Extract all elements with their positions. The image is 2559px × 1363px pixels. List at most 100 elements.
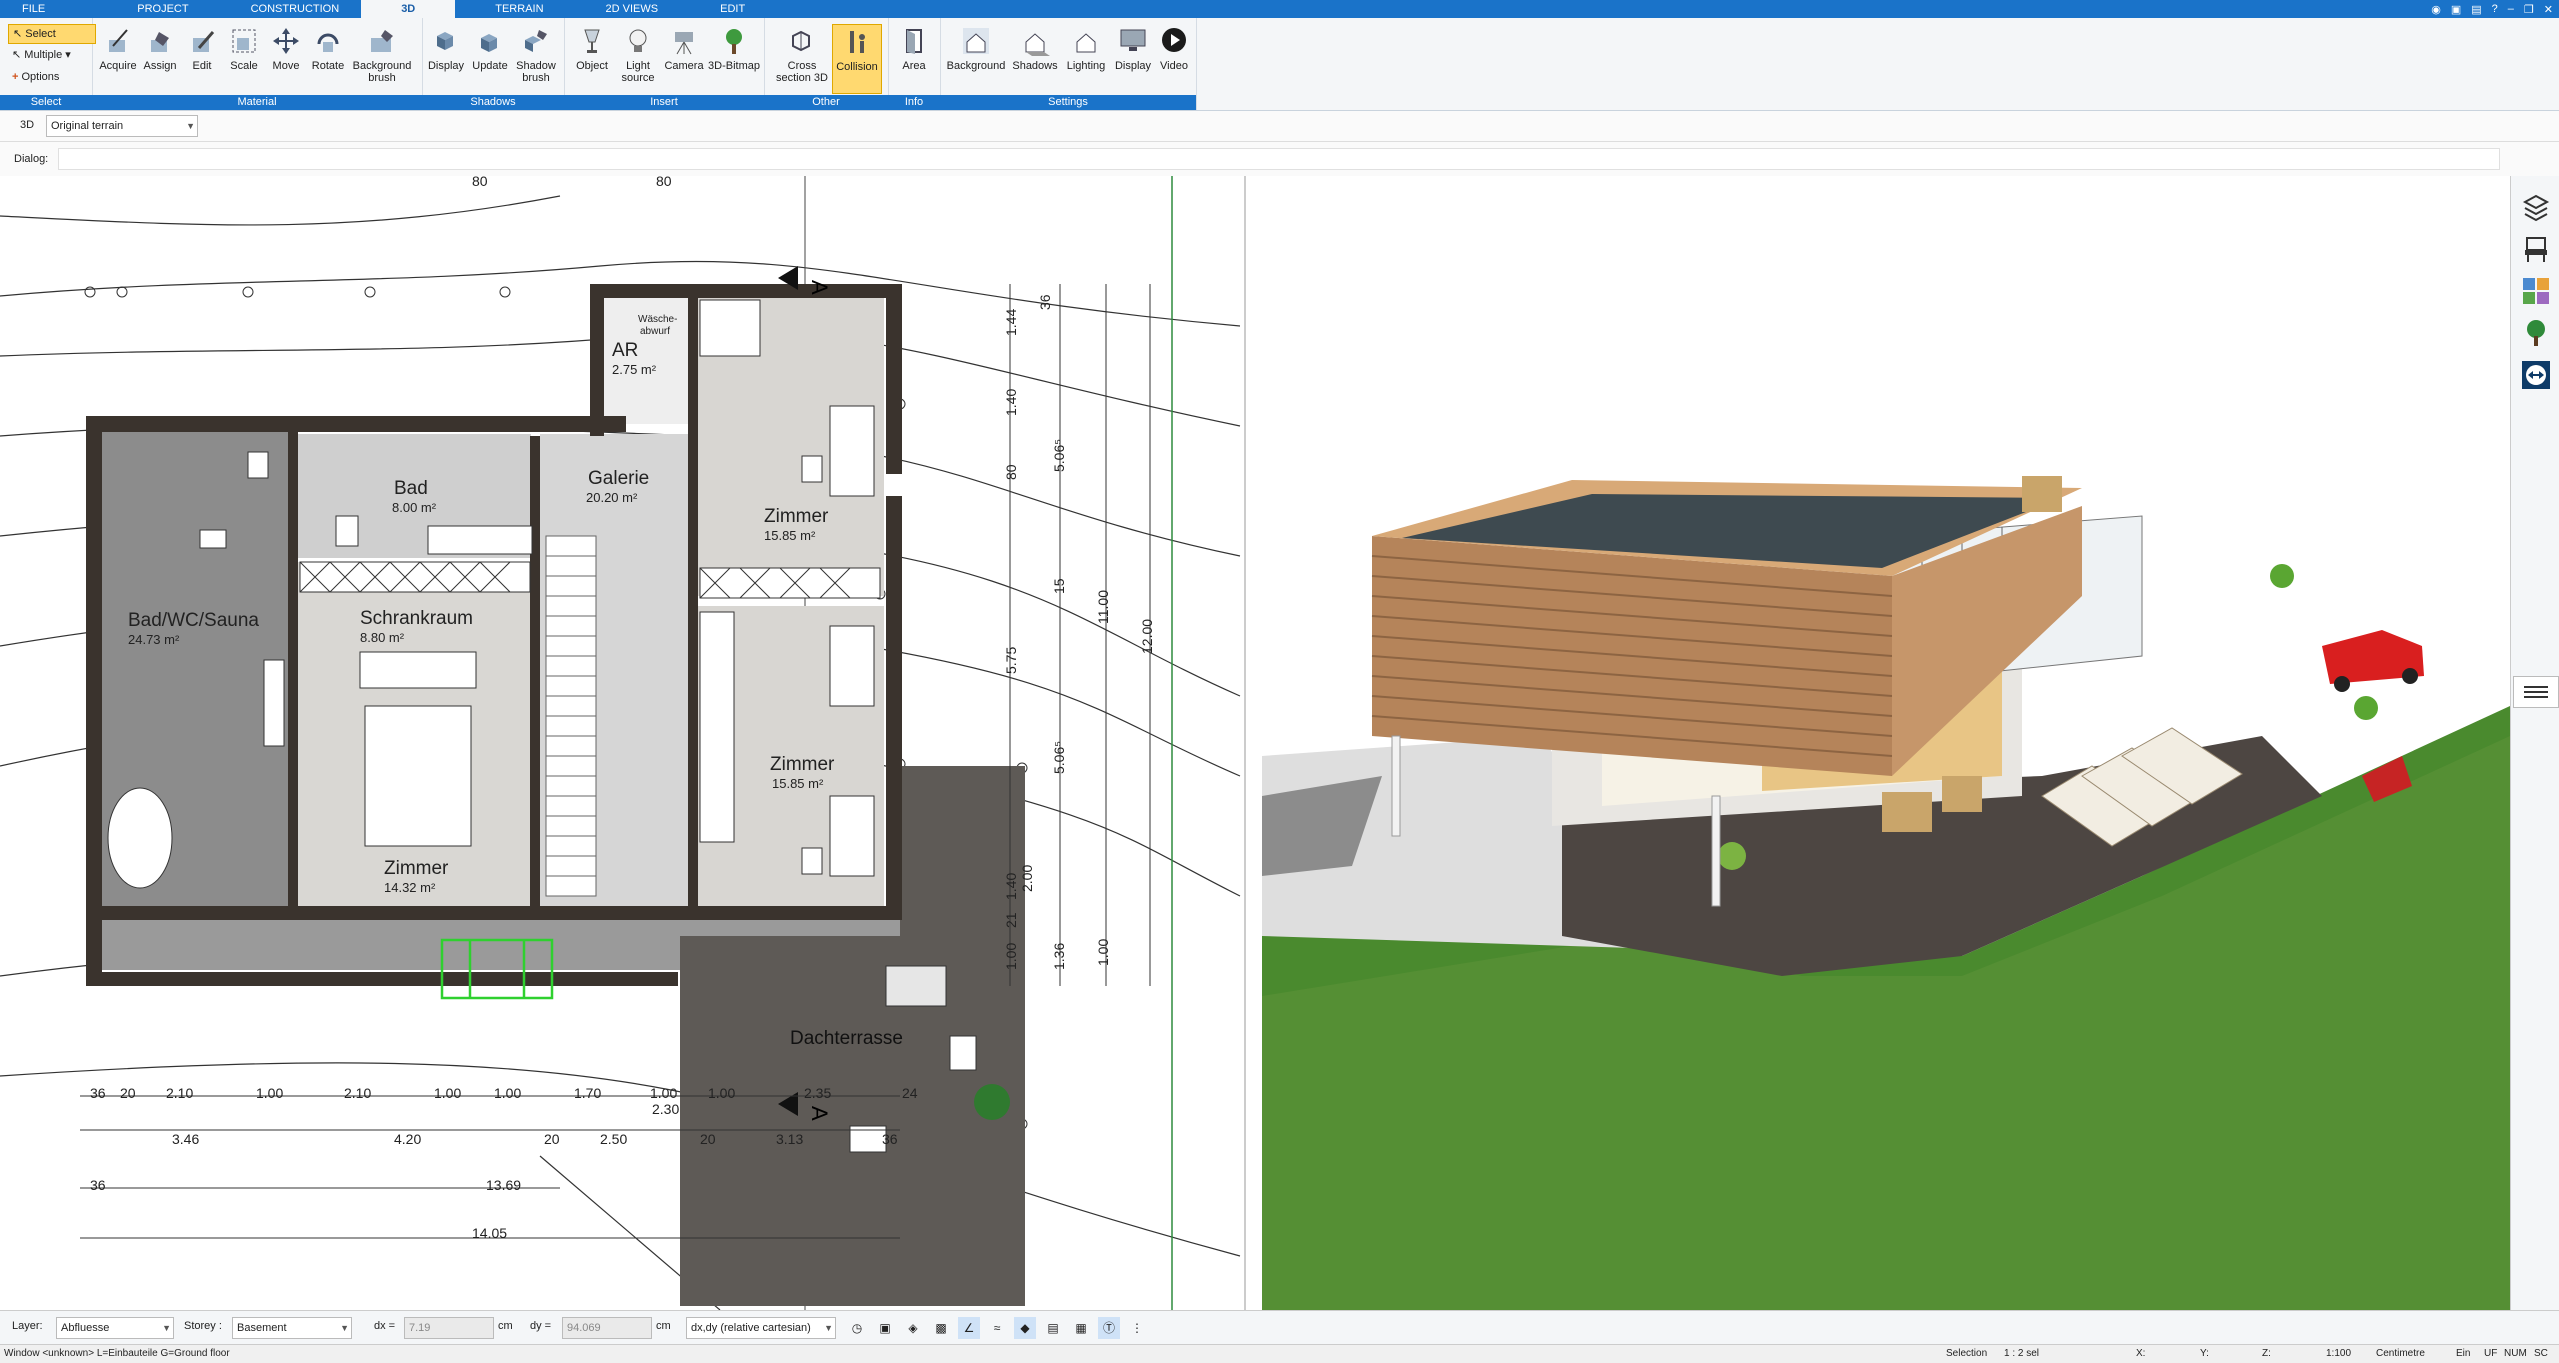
storey-select[interactable]: Basement ▼	[232, 1317, 352, 1339]
acquire-button[interactable]: Acquire	[96, 24, 140, 92]
cart-icon[interactable]: ▣	[2451, 3, 2461, 16]
dx-input[interactable]: 7.19	[404, 1317, 494, 1339]
svg-text:36: 36	[1037, 294, 1053, 310]
settings-display-button[interactable]: Display	[1112, 24, 1154, 92]
clock-icon[interactable]: ◷	[846, 1317, 868, 1339]
folder-icon[interactable]: ▤	[2471, 3, 2481, 16]
help-icon[interactable]: ?	[2492, 3, 2498, 15]
scale-icon	[232, 29, 256, 53]
shadow-brush-button[interactable]: Shadow brush	[512, 24, 560, 92]
panel-toggle-button[interactable]	[2513, 676, 2559, 708]
grid-icon[interactable]: ▦	[1070, 1317, 1092, 1339]
tab-terrain[interactable]: TERRAIN	[455, 0, 565, 18]
dy-input[interactable]: 94.069	[562, 1317, 652, 1339]
section-label-bottom: A	[807, 1106, 832, 1121]
tab-project[interactable]: PROJECT	[67, 0, 210, 18]
room-area-zimmer-3: 14.32 m²	[384, 880, 436, 895]
screen-icon[interactable]: ▣	[874, 1317, 896, 1339]
more-options-icon[interactable]: ⋮	[1126, 1317, 1148, 1339]
light-source-button[interactable]: Light source	[616, 24, 660, 92]
shadows-display-button[interactable]: Display	[424, 24, 468, 92]
select-button[interactable]: ↖ Select	[8, 24, 96, 44]
layers-icon[interactable]	[2521, 192, 2551, 222]
tab-construction[interactable]: CONSTRUCTION	[211, 0, 362, 18]
rotate-button[interactable]: Rotate	[306, 24, 350, 92]
area-button[interactable]: Area	[892, 24, 936, 92]
multiple-button[interactable]: ↖ Multiple ▾	[8, 46, 94, 64]
section-label-top: A	[807, 280, 832, 295]
dy-unit: cm	[656, 1320, 671, 1332]
coord-mode-select[interactable]: dx,dy (relative cartesian) ▼	[686, 1317, 836, 1339]
dialog-input[interactable]	[58, 148, 2500, 170]
svg-text:1.00: 1.00	[1095, 939, 1111, 966]
person-icon[interactable]: ◉	[2431, 3, 2441, 16]
minimize-icon[interactable]: –	[2508, 3, 2514, 15]
camera-button[interactable]: Camera	[662, 24, 706, 92]
svg-text:5.06⁵: 5.06⁵	[1051, 741, 1067, 774]
tab-2d-views[interactable]: 2D VIEWS	[566, 0, 681, 18]
svg-text:20: 20	[700, 1131, 716, 1147]
storey-select-value: Basement	[237, 1322, 287, 1334]
3d-bitmap-button[interactable]: 3D-Bitmap	[706, 24, 762, 92]
line-snap-icon[interactable]: ≈	[986, 1317, 1008, 1339]
collision-button[interactable]: Collision	[832, 24, 882, 94]
settings-display-label: Display	[1114, 60, 1152, 72]
rotate-icon	[317, 33, 339, 52]
svg-text:21: 21	[1003, 912, 1019, 928]
edit-material-button[interactable]: Edit	[180, 24, 224, 92]
close-icon[interactable]: ✕	[2544, 3, 2553, 16]
scale-button[interactable]: Scale	[222, 24, 266, 92]
remote-support-icon[interactable]	[2521, 360, 2551, 390]
layer-select[interactable]: Abfluesse ▼	[56, 1317, 174, 1339]
plant-tree-icon[interactable]	[2521, 318, 2551, 348]
3d-bitmap-label: 3D-Bitmap	[708, 60, 760, 72]
materials-palette-icon[interactable]	[2521, 276, 2551, 306]
svg-text:24: 24	[902, 1085, 918, 1101]
snap-icon[interactable]: ◈	[902, 1317, 924, 1339]
angle-icon[interactable]: ∠	[958, 1317, 980, 1339]
svg-text:2.50: 2.50	[600, 1131, 627, 1147]
ein-indicator: Ein	[2456, 1348, 2471, 1359]
north-icon[interactable]: Ⓣ	[1098, 1317, 1120, 1339]
dx-value: 7.19	[409, 1322, 431, 1334]
background-brush-button[interactable]: Background brush	[348, 24, 416, 92]
video-button[interactable]: Video	[1154, 24, 1194, 92]
mode-label: 3D	[20, 119, 35, 131]
room-name-dachterrasse: Dachterrasse	[790, 1028, 903, 1049]
dims-bottom-row3: 36 13.69 14.05	[90, 1177, 521, 1241]
options-button[interactable]: + Options	[8, 68, 94, 86]
layer-snap-icon[interactable]: ◆	[1014, 1317, 1036, 1339]
assign-button[interactable]: Assign	[138, 24, 182, 92]
lighting-button[interactable]: Lighting	[1062, 24, 1110, 92]
plant-front	[1718, 842, 1746, 870]
settings-shadows-button[interactable]: Shadows	[1010, 24, 1060, 92]
paint-bucket-icon	[151, 32, 169, 52]
background-button[interactable]: Background	[946, 24, 1006, 92]
dims-right-b: 5.06⁵ 5.06⁵ 2.00 11.00 1.00 12.00	[1019, 439, 1155, 966]
shadow-brush-label: Shadow brush	[516, 60, 556, 84]
object-button[interactable]: Object	[570, 24, 614, 92]
tab-edit[interactable]: EDIT	[680, 0, 767, 18]
rotate-label: Rotate	[311, 60, 345, 72]
view-toolbar: 3D Original terrain ▼	[0, 111, 2559, 142]
object-snap-icon[interactable]: ▩	[930, 1317, 952, 1339]
dim-top-1: 80	[472, 176, 488, 189]
3d-view[interactable]	[1262, 176, 2510, 1310]
terrain-select[interactable]: Original terrain ▼	[46, 115, 198, 137]
chevron-down-icon: ▼	[186, 121, 195, 131]
shadows-update-button[interactable]: Update	[468, 24, 512, 92]
dim-total-width: 14.05	[472, 1225, 507, 1241]
tab-file[interactable]: FILE	[0, 0, 67, 18]
tab-3d[interactable]: 3D	[361, 0, 456, 18]
layer-select-value: Abfluesse	[61, 1322, 110, 1334]
floor-plan-view[interactable]: A A AR 2.75 m² Wäsche- abwurf Bad 8.00 m…	[0, 176, 1263, 1310]
restore-icon[interactable]: ❐	[2524, 3, 2534, 16]
room-name-zimmer-1: Zimmer	[764, 506, 829, 527]
move-button[interactable]: Move	[264, 24, 308, 92]
hatch-icon[interactable]: ▤	[1042, 1317, 1064, 1339]
status-bar: Layer: Abfluesse ▼ Storey : Basement ▼ dx …	[0, 1310, 2559, 1345]
background-label: Background	[946, 60, 1006, 72]
cross-section-3d-button[interactable]: Cross section 3D	[776, 24, 828, 92]
chair-icon[interactable]	[2521, 234, 2551, 264]
area-label: Area	[902, 60, 926, 72]
